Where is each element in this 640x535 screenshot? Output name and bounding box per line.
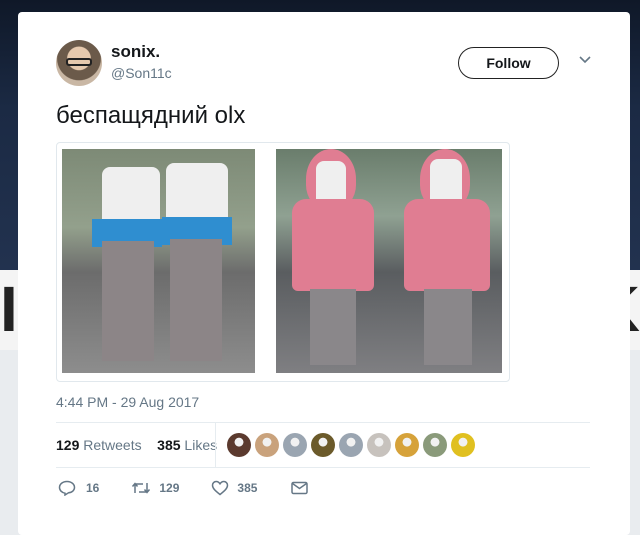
media-photo-2[interactable] [276, 149, 502, 373]
liker-avatar[interactable] [367, 433, 391, 457]
liker-avatar[interactable] [395, 433, 419, 457]
display-name[interactable]: sonix. [111, 42, 160, 62]
tweet-media[interactable] [56, 142, 510, 382]
like-count: 385 [237, 481, 258, 495]
tweet-stats: 129 Retweets 385 Likes [56, 437, 217, 453]
retweets-count[interactable]: 129 [56, 437, 79, 453]
media-photo-1[interactable] [62, 149, 255, 373]
heart-icon [212, 480, 229, 496]
liker-avatar[interactable] [423, 433, 447, 457]
user-handle[interactable]: @Son11c [111, 65, 172, 81]
likes-label[interactable]: Likes [184, 437, 217, 453]
divider [56, 422, 590, 423]
retweets-label[interactable]: Retweets [83, 437, 141, 453]
stats-separator [215, 423, 216, 467]
direct-message-action[interactable] [291, 481, 309, 495]
liker-avatar[interactable] [451, 433, 475, 457]
liker-avatar[interactable] [227, 433, 251, 457]
chevron-down-icon[interactable] [578, 52, 592, 66]
liker-avatar[interactable] [311, 433, 335, 457]
avatar[interactable] [56, 40, 102, 86]
liker-avatar[interactable] [339, 433, 363, 457]
reply-icon [58, 480, 76, 496]
tweet-text: беспащядний olx [56, 102, 246, 129]
liker-avatar[interactable] [283, 433, 307, 457]
likes-count[interactable]: 385 [157, 437, 180, 453]
liker-avatars [227, 433, 475, 457]
tweet-card: sonix. @Son11c Follow беспащядний olx 4:… [18, 12, 630, 535]
retweet-icon [132, 482, 151, 494]
retweet-count: 129 [159, 481, 180, 495]
tweet-actions: 16 129 385 [58, 480, 309, 496]
reply-count: 16 [86, 481, 100, 495]
reply-action[interactable]: 16 [58, 480, 99, 496]
liker-avatar[interactable] [255, 433, 279, 457]
background-letter-left: I [0, 273, 18, 345]
tweet-timestamp[interactable]: 4:44 PM - 29 Aug 2017 [56, 394, 199, 410]
retweet-action[interactable]: 129 [131, 480, 179, 496]
like-action[interactable]: 385 [211, 480, 257, 496]
divider [56, 467, 590, 468]
follow-button[interactable]: Follow [458, 47, 559, 79]
mail-icon [291, 481, 309, 495]
